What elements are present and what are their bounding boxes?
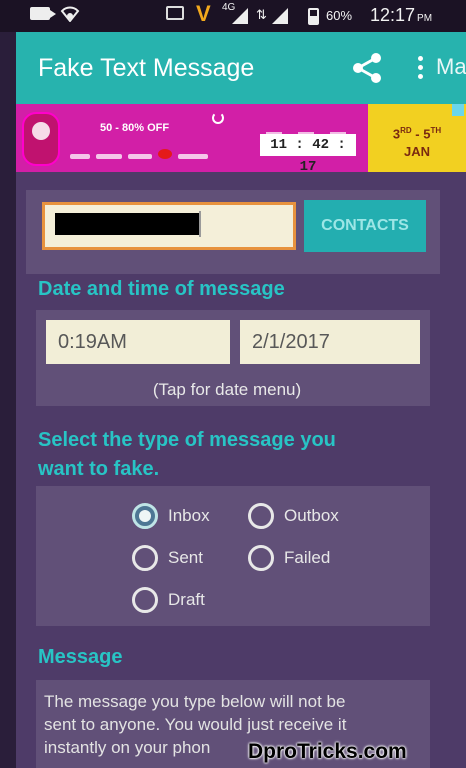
refresh-icon: [212, 112, 224, 124]
message-type-card: Inbox Outbox Sent Failed Draft: [36, 486, 430, 626]
wifi-icon: [60, 6, 80, 22]
input-cursor: [199, 211, 201, 237]
date-time-title: Date and time of message: [38, 278, 285, 300]
clock-time: 12:17: [370, 5, 416, 25]
ad-date-start-suffix: RD: [400, 126, 412, 135]
message-type-title-line1: Select the type of message you: [38, 429, 336, 451]
message-line2: sent to anyone. You would just receive i…: [44, 715, 347, 734]
message-type-title: Select the type of message you want to f…: [38, 426, 336, 484]
overflow-menu-icon[interactable]: [418, 56, 424, 82]
radio-inbox-label: Inbox: [168, 506, 210, 525]
data-transfer-icon: ⇅: [256, 7, 267, 22]
signal-icon: [232, 8, 248, 24]
ad-sale-text: 50 - 80% OFF: [100, 122, 170, 134]
clock-ampm: PM: [417, 13, 433, 24]
radio-draft-label: Draft: [168, 590, 205, 609]
contacts-button[interactable]: CONTACTS: [304, 200, 426, 252]
radio-unselected-icon: [248, 503, 274, 529]
app-bar: Fake Text Message Ma: [16, 32, 466, 104]
more-menu-label[interactable]: Ma: [436, 54, 466, 80]
signal-icon-2: [272, 8, 288, 24]
message-type-title-line2: want to fake.: [38, 458, 160, 480]
watermark: DproTricks.com: [248, 740, 407, 763]
carrier-logo: V: [196, 1, 211, 26]
ad-brand-logos: [70, 146, 220, 159]
message-line1: The message you type below will not be: [44, 692, 346, 711]
date-field[interactable]: 2/1/2017: [240, 320, 420, 364]
app-title: Fake Text Message: [38, 54, 255, 82]
ad-date-start: 3: [392, 126, 401, 142]
radio-sent-label: Sent: [168, 548, 203, 567]
ad-date-month: JAN: [403, 144, 430, 160]
radio-outbox-label: Outbox: [284, 506, 339, 525]
ad-date-sep: - 5: [411, 126, 431, 142]
phone-number-input[interactable]: [42, 202, 296, 250]
battery-percent: 60%: [326, 8, 353, 23]
ad-date-end-suffix: TH: [430, 126, 442, 135]
status-bar: V 4G ⇅ 60% 12:17 PM: [0, 0, 466, 32]
ad-logo: [22, 112, 60, 166]
time-field[interactable]: 0:19AM: [46, 320, 230, 364]
message-title: Message: [38, 646, 123, 668]
main-content: CONTACTS Date and time of message 0:19AM…: [16, 172, 466, 768]
radio-selected-icon: [132, 503, 158, 529]
radio-failed-label: Failed: [284, 548, 331, 567]
ad-choices-icon[interactable]: [452, 104, 464, 116]
radio-unselected-icon: [248, 545, 274, 571]
redacted-number: [55, 213, 199, 235]
radio-unselected-icon: [132, 587, 158, 613]
countdown-labels: [258, 122, 354, 135]
contact-card: CONTACTS: [26, 190, 440, 274]
date-menu-hint: (Tap for date menu): [152, 380, 302, 399]
status-clock: 12:17 PM: [370, 5, 432, 26]
message-line3: instantly on your phon: [44, 738, 211, 757]
battery-icon: [308, 8, 319, 25]
share-icon[interactable]: [350, 52, 384, 84]
ad-countdown-timer: 11 : 42 : 17: [260, 134, 356, 172]
radio-unselected-icon: [132, 545, 158, 571]
video-camera-icon: [30, 7, 56, 20]
cast-icon: [166, 6, 184, 20]
ad-banner[interactable]: 50 - 80% OFF 11 : 42 : 17 3RD - 5TH JAN: [16, 104, 466, 172]
